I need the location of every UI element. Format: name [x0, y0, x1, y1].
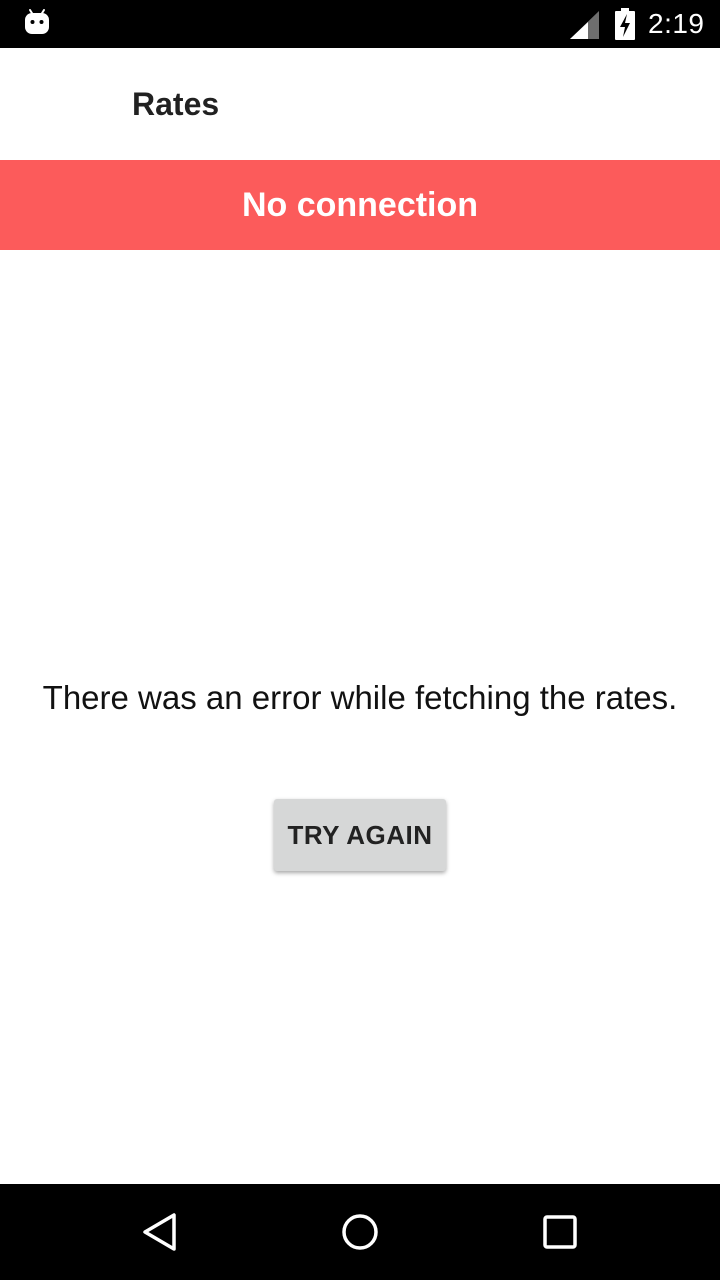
error-message: There was an error while fetching the ra…	[42, 679, 678, 716]
home-icon[interactable]	[336, 1208, 384, 1256]
no-connection-banner: No connection	[0, 160, 720, 250]
navigation-bar	[0, 1184, 720, 1280]
app-bar: Rates	[0, 48, 720, 160]
signal-icon	[570, 11, 599, 39]
status-clock: 2:19	[648, 8, 705, 39]
app-screen: 2:19 Rates No connection There was an er…	[0, 0, 720, 1280]
page-title: Rates	[132, 86, 220, 122]
recents-icon[interactable]	[536, 1208, 584, 1256]
back-icon[interactable]	[136, 1208, 184, 1256]
android-icon	[25, 9, 49, 34]
try-again-button[interactable]: TRY AGAIN	[274, 799, 446, 871]
battery-charging-icon	[615, 8, 635, 40]
banner-text: No connection	[241, 186, 479, 224]
status-bar: 2:19	[0, 0, 720, 48]
